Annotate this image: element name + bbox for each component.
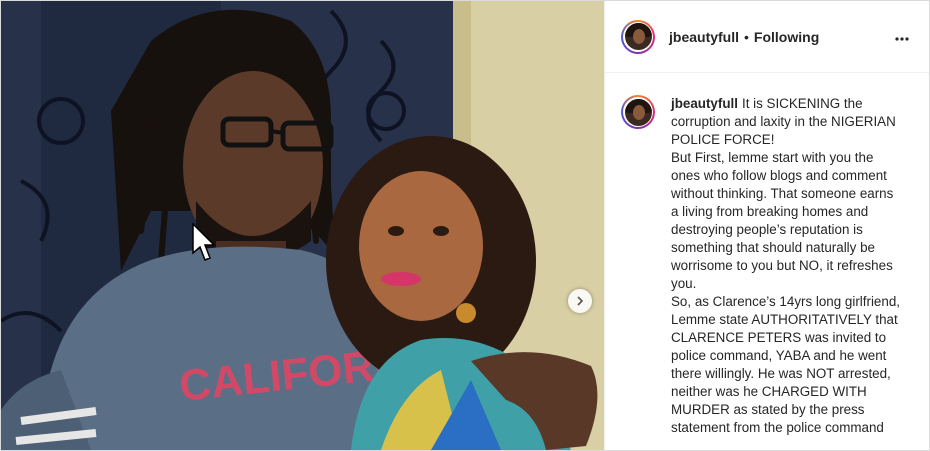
instagram-post: CALIFORNIA jbeautyfull • Following jbeau… — [0, 0, 930, 451]
separator-dot: • — [744, 28, 749, 45]
more-options-icon — [895, 36, 909, 41]
post-photo: CALIFORNIA — [1, 1, 604, 450]
more-options-button[interactable] — [891, 24, 913, 50]
caption-username[interactable]: jbeautyfull — [671, 96, 738, 111]
comments-section: jbeautyfull It is SICKENING the corruptio… — [605, 73, 929, 450]
header-text: jbeautyfull • Following — [669, 29, 819, 45]
author-username[interactable]: jbeautyfull — [669, 29, 739, 45]
post-caption: jbeautyfull It is SICKENING the corruptio… — [671, 95, 903, 450]
caption-paragraph-2: But First, lemme start with you the ones… — [671, 150, 894, 291]
avatar-image — [624, 23, 652, 50]
next-photo-button[interactable] — [568, 289, 592, 313]
caption-paragraph-3: So, as Clarence’s 14yrs long girlfriend,… — [671, 294, 900, 435]
caption-avatar[interactable] — [621, 95, 655, 129]
author-avatar[interactable] — [621, 19, 655, 54]
following-button[interactable]: Following — [754, 29, 819, 45]
post-header: jbeautyfull • Following — [605, 1, 929, 73]
avatar-image — [624, 98, 652, 126]
mouse-cursor-icon — [192, 223, 216, 261]
post-media[interactable]: CALIFORNIA — [1, 1, 604, 450]
post-sidebar: jbeautyfull • Following jbeautyfull It i… — [604, 1, 929, 450]
chevron-right-icon — [577, 296, 584, 306]
